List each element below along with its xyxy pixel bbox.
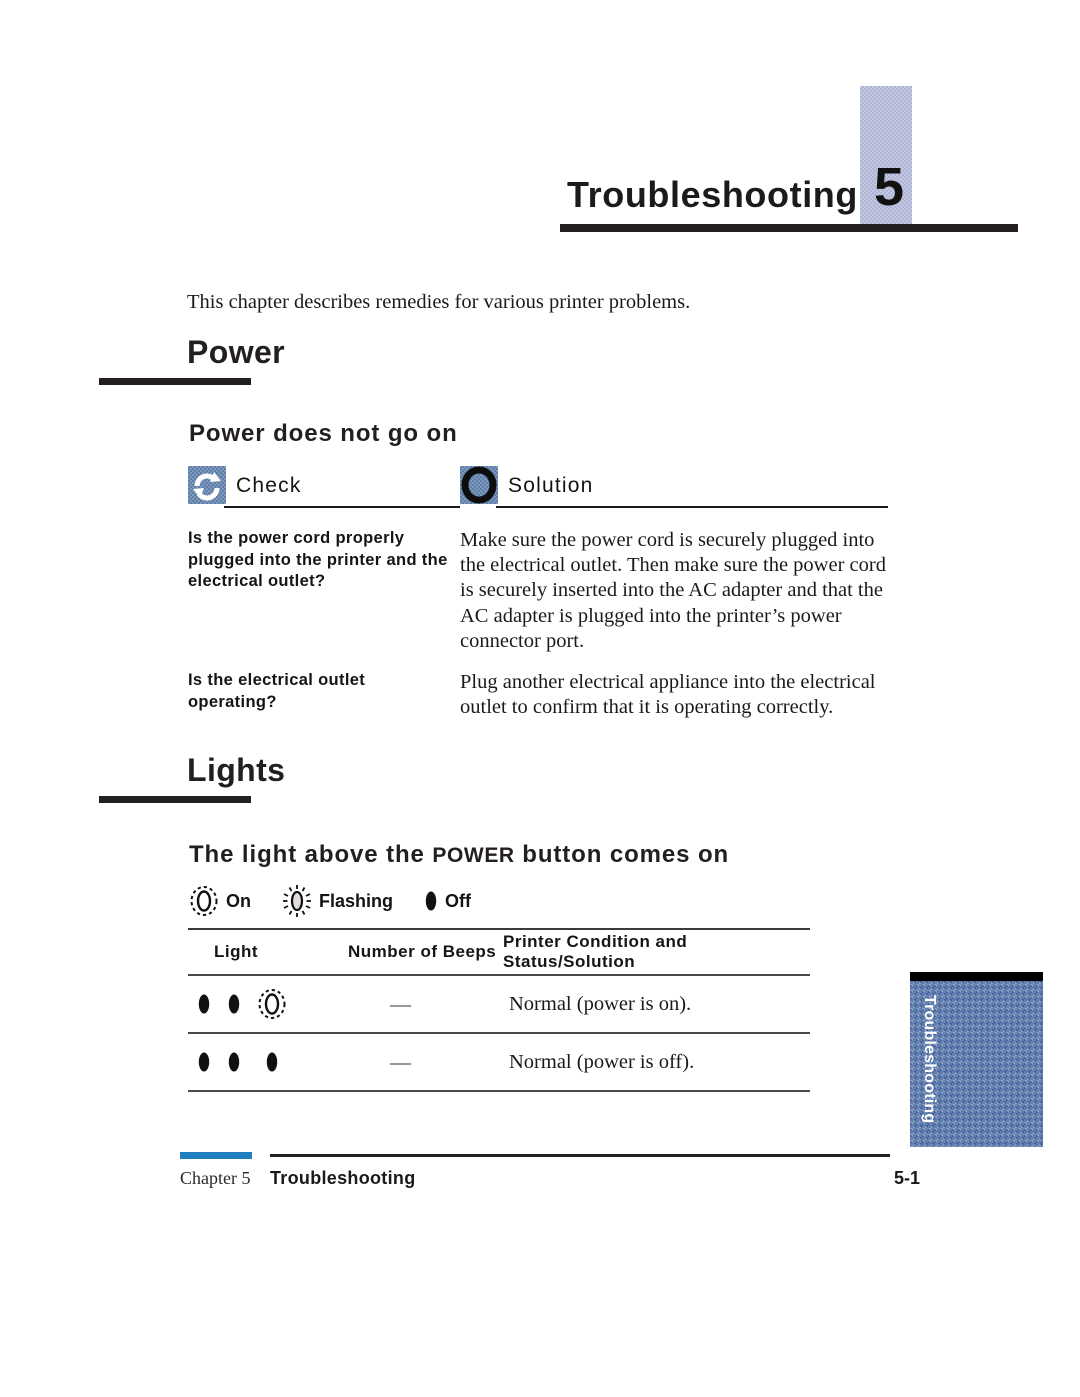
chapter-number: 5	[874, 157, 905, 217]
subheading-suffix: button comes on	[514, 841, 730, 868]
solution-cell: Make sure the power cord is securely plu…	[460, 529, 886, 652]
side-thumb-tab: Troubleshooting	[910, 972, 1043, 1147]
legend-item-on: On	[188, 884, 251, 918]
footer-title-label: Troubleshooting	[270, 1168, 416, 1188]
solution-column-header: Solution	[460, 466, 888, 508]
lights-status-table: Light Number of Beeps Printer Condition …	[188, 928, 810, 1092]
lamp-off-icon	[226, 1045, 242, 1079]
power-troubleshooting-table: Is the power cord properly plugged into …	[188, 528, 888, 736]
lamp-on-icon	[188, 884, 220, 918]
solution-column-rule	[496, 506, 888, 508]
section-heading-lights-text: Lights	[187, 752, 286, 788]
column-header-beeps: Number of Beeps	[348, 942, 497, 961]
light-state-cell	[188, 987, 348, 1021]
lamp-on-icon	[256, 987, 288, 1021]
subheading-power-light-comes-on: The light above the POWER button comes o…	[189, 841, 729, 870]
condition-cell: Normal (power is on).	[509, 992, 692, 1015]
side-tab-top-bar	[910, 972, 1043, 981]
table-rule-bottom	[188, 1090, 810, 1092]
subheading-power-caps: POWER	[432, 844, 515, 867]
beeps-cell: —	[390, 991, 411, 1016]
light-state-cell	[188, 1045, 348, 1079]
table-row: Is the power cord properly plugged into …	[188, 528, 888, 654]
chapter-header-rule	[560, 224, 1018, 232]
lamp-flashing-icon	[281, 884, 313, 918]
column-header-light: Light	[214, 942, 259, 961]
footer-rule	[270, 1154, 890, 1157]
chapter-title: Troubleshooting	[567, 174, 858, 215]
beeps-cell: —	[390, 1049, 411, 1074]
legend-item-off: Off	[423, 884, 471, 918]
legend-label-on: On	[226, 891, 251, 911]
table-header-row: Light Number of Beeps Printer Condition …	[188, 930, 810, 974]
section-heading-lights-rule	[99, 796, 251, 803]
footer-page-number: 5-1	[893, 1168, 920, 1188]
document-page: Troubleshooting 5 This chapter describes…	[0, 0, 1080, 1397]
table-row: — Normal (power is on).	[188, 976, 810, 1032]
check-column-label: Check	[236, 474, 302, 497]
subheading-prefix: The light above the	[189, 841, 433, 868]
check-solution-header: Check Solution	[188, 466, 888, 508]
condition-cell: Normal (power is off).	[509, 1050, 695, 1073]
footer-accent-rule	[180, 1152, 252, 1159]
filled-ring-icon	[460, 466, 498, 504]
table-row: — Normal (power is off).	[188, 1034, 810, 1090]
legend-label-flashing: Flashing	[319, 891, 394, 911]
lamp-off-icon	[226, 987, 242, 1021]
light-state-legend: On Flashing Off	[188, 884, 471, 918]
solution-column-label: Solution	[508, 474, 594, 497]
section-heading-power-rule	[99, 378, 251, 385]
side-tab-label: Troubleshooting	[921, 995, 938, 1124]
check-cell: Is the power cord properly plugged into …	[188, 529, 448, 590]
lamp-off-icon	[264, 1045, 280, 1079]
check-cell: Is the electrical outlet operating?	[188, 671, 366, 711]
table-row: Is the electrical outlet operating? Plug…	[188, 670, 888, 720]
lamp-off-icon	[196, 987, 212, 1021]
check-column-rule	[224, 506, 460, 508]
column-header-condition: Printer Condition and Status/Solution	[503, 932, 688, 971]
solution-cell: Plug another electrical appliance into t…	[460, 671, 876, 719]
lamp-off-icon	[196, 1045, 212, 1079]
refresh-circular-arrow-icon	[188, 466, 226, 504]
footer-chapter-label: Chapter 5	[180, 1168, 251, 1188]
subheading-power-does-not-go-on: Power does not go on	[189, 420, 458, 447]
legend-item-flashing: Flashing	[281, 884, 393, 918]
side-tab-body: Troubleshooting	[910, 981, 1043, 1147]
lamp-off-icon	[423, 884, 439, 918]
chapter-intro-paragraph: This chapter describes remedies for vari…	[187, 290, 691, 313]
legend-label-off: Off	[445, 891, 472, 911]
check-column-header: Check	[188, 466, 460, 508]
section-heading-power-text: Power	[187, 334, 286, 370]
